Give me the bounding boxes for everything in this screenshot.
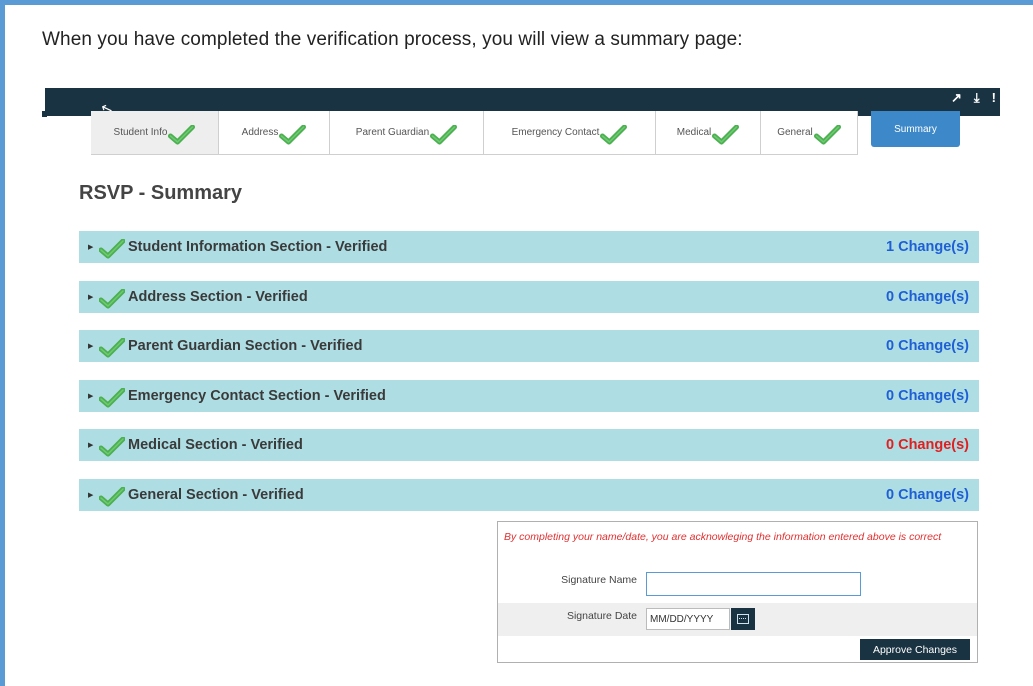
signature-name-input[interactable] [646,572,861,596]
section-address[interactable]: ▶ Address Section - Verified 0 Change(s) [79,281,979,313]
section-label: Address Section - Verified [128,289,308,305]
alert-icon[interactable]: ! [992,90,996,106]
tab-label: Parent Guardian [355,127,430,138]
tab-emergency-contact[interactable]: Emergency Contact [484,111,656,155]
page-title: RSVP - Summary [79,182,243,204]
tab-general[interactable]: General [761,111,858,155]
approve-changes-button[interactable]: Approve Changes [860,639,970,660]
signature-date-input[interactable] [646,608,730,630]
calendar-button[interactable] [731,608,755,630]
tab-label: General [777,127,813,138]
section-medical[interactable]: ▶ Medical Section - Verified 0 Change(s) [79,429,979,461]
check-icon [99,289,125,309]
check-icon [99,487,125,507]
check-icon [813,124,841,145]
page-frame-left [0,0,5,686]
signature-name-row: Signature Name [498,567,977,603]
section-general[interactable]: ▶ General Section - Verified 0 Change(s) [79,479,979,511]
expand-caret-icon[interactable]: ▶ [88,441,94,449]
changes-count[interactable]: 0 Change(s) [886,289,969,305]
tab-medical[interactable]: Medical [656,111,761,155]
tab-label: Emergency Contact [511,127,600,138]
download-icon[interactable]: ⤓ [974,90,980,106]
wizard-tabs: Student Info Address Parent Guardian Eme… [91,111,960,155]
signature-date-label: Signature Date [566,610,637,622]
section-emergency-contact[interactable]: ▶ Emergency Contact Section - Verified 0… [79,380,979,412]
tab-label: Student Info [113,127,168,138]
check-icon [279,124,307,145]
tab-label: Medical [676,127,712,138]
signature-panel: By completing your name/date, you are ac… [497,521,978,663]
section-label: Parent Guardian Section - Verified [128,338,363,354]
changes-count[interactable]: 1 Change(s) [886,239,969,255]
intro-text: When you have completed the verification… [42,29,743,50]
tab-summary[interactable]: Summary [871,111,960,147]
tab-address[interactable]: Address [219,111,330,155]
check-icon [99,437,125,457]
acknowledgement-disclaimer: By completing your name/date, you are ac… [504,531,942,543]
section-parent-guardian[interactable]: ▶ Parent Guardian Section - Verified 0 C… [79,330,979,362]
check-icon [99,239,125,259]
tab-parent-guardian[interactable]: Parent Guardian [330,111,484,155]
expand-caret-icon[interactable]: ▶ [88,491,94,499]
check-icon [712,124,740,145]
tab-label: Summary [894,123,937,135]
signature-name-label: Signature Name [561,574,637,586]
section-student-information[interactable]: ▶ Student Information Section - Verified… [79,231,979,263]
changes-count[interactable]: 0 Change(s) [886,388,969,404]
external-link-icon[interactable]: ↗ [951,90,962,106]
expand-caret-icon[interactable]: ▶ [88,392,94,400]
section-label: Emergency Contact Section - Verified [128,388,386,404]
section-label: Medical Section - Verified [128,437,303,453]
topbar-edge-mark [42,111,47,117]
changes-count[interactable]: 0 Change(s) [886,338,969,354]
expand-caret-icon[interactable]: ▶ [88,342,94,350]
page-frame-top [0,0,1033,5]
expand-caret-icon[interactable]: ▶ [88,293,94,301]
changes-count[interactable]: 0 Change(s) [886,437,969,453]
tab-label: Address [241,127,279,138]
expand-caret-icon[interactable]: ▶ [88,243,94,251]
check-icon [600,124,628,145]
signature-date-row: Signature Date [498,603,977,636]
check-icon [99,388,125,408]
check-icon [168,124,196,145]
changes-count[interactable]: 0 Change(s) [886,487,969,503]
check-icon [430,124,458,145]
topbar-icons: ↗ ⤓ ! [951,90,996,106]
tab-student-info[interactable]: Student Info [91,111,219,155]
calendar-icon [737,614,749,624]
check-icon [99,338,125,358]
section-label: General Section - Verified [128,487,304,503]
section-label: Student Information Section - Verified [128,239,388,255]
